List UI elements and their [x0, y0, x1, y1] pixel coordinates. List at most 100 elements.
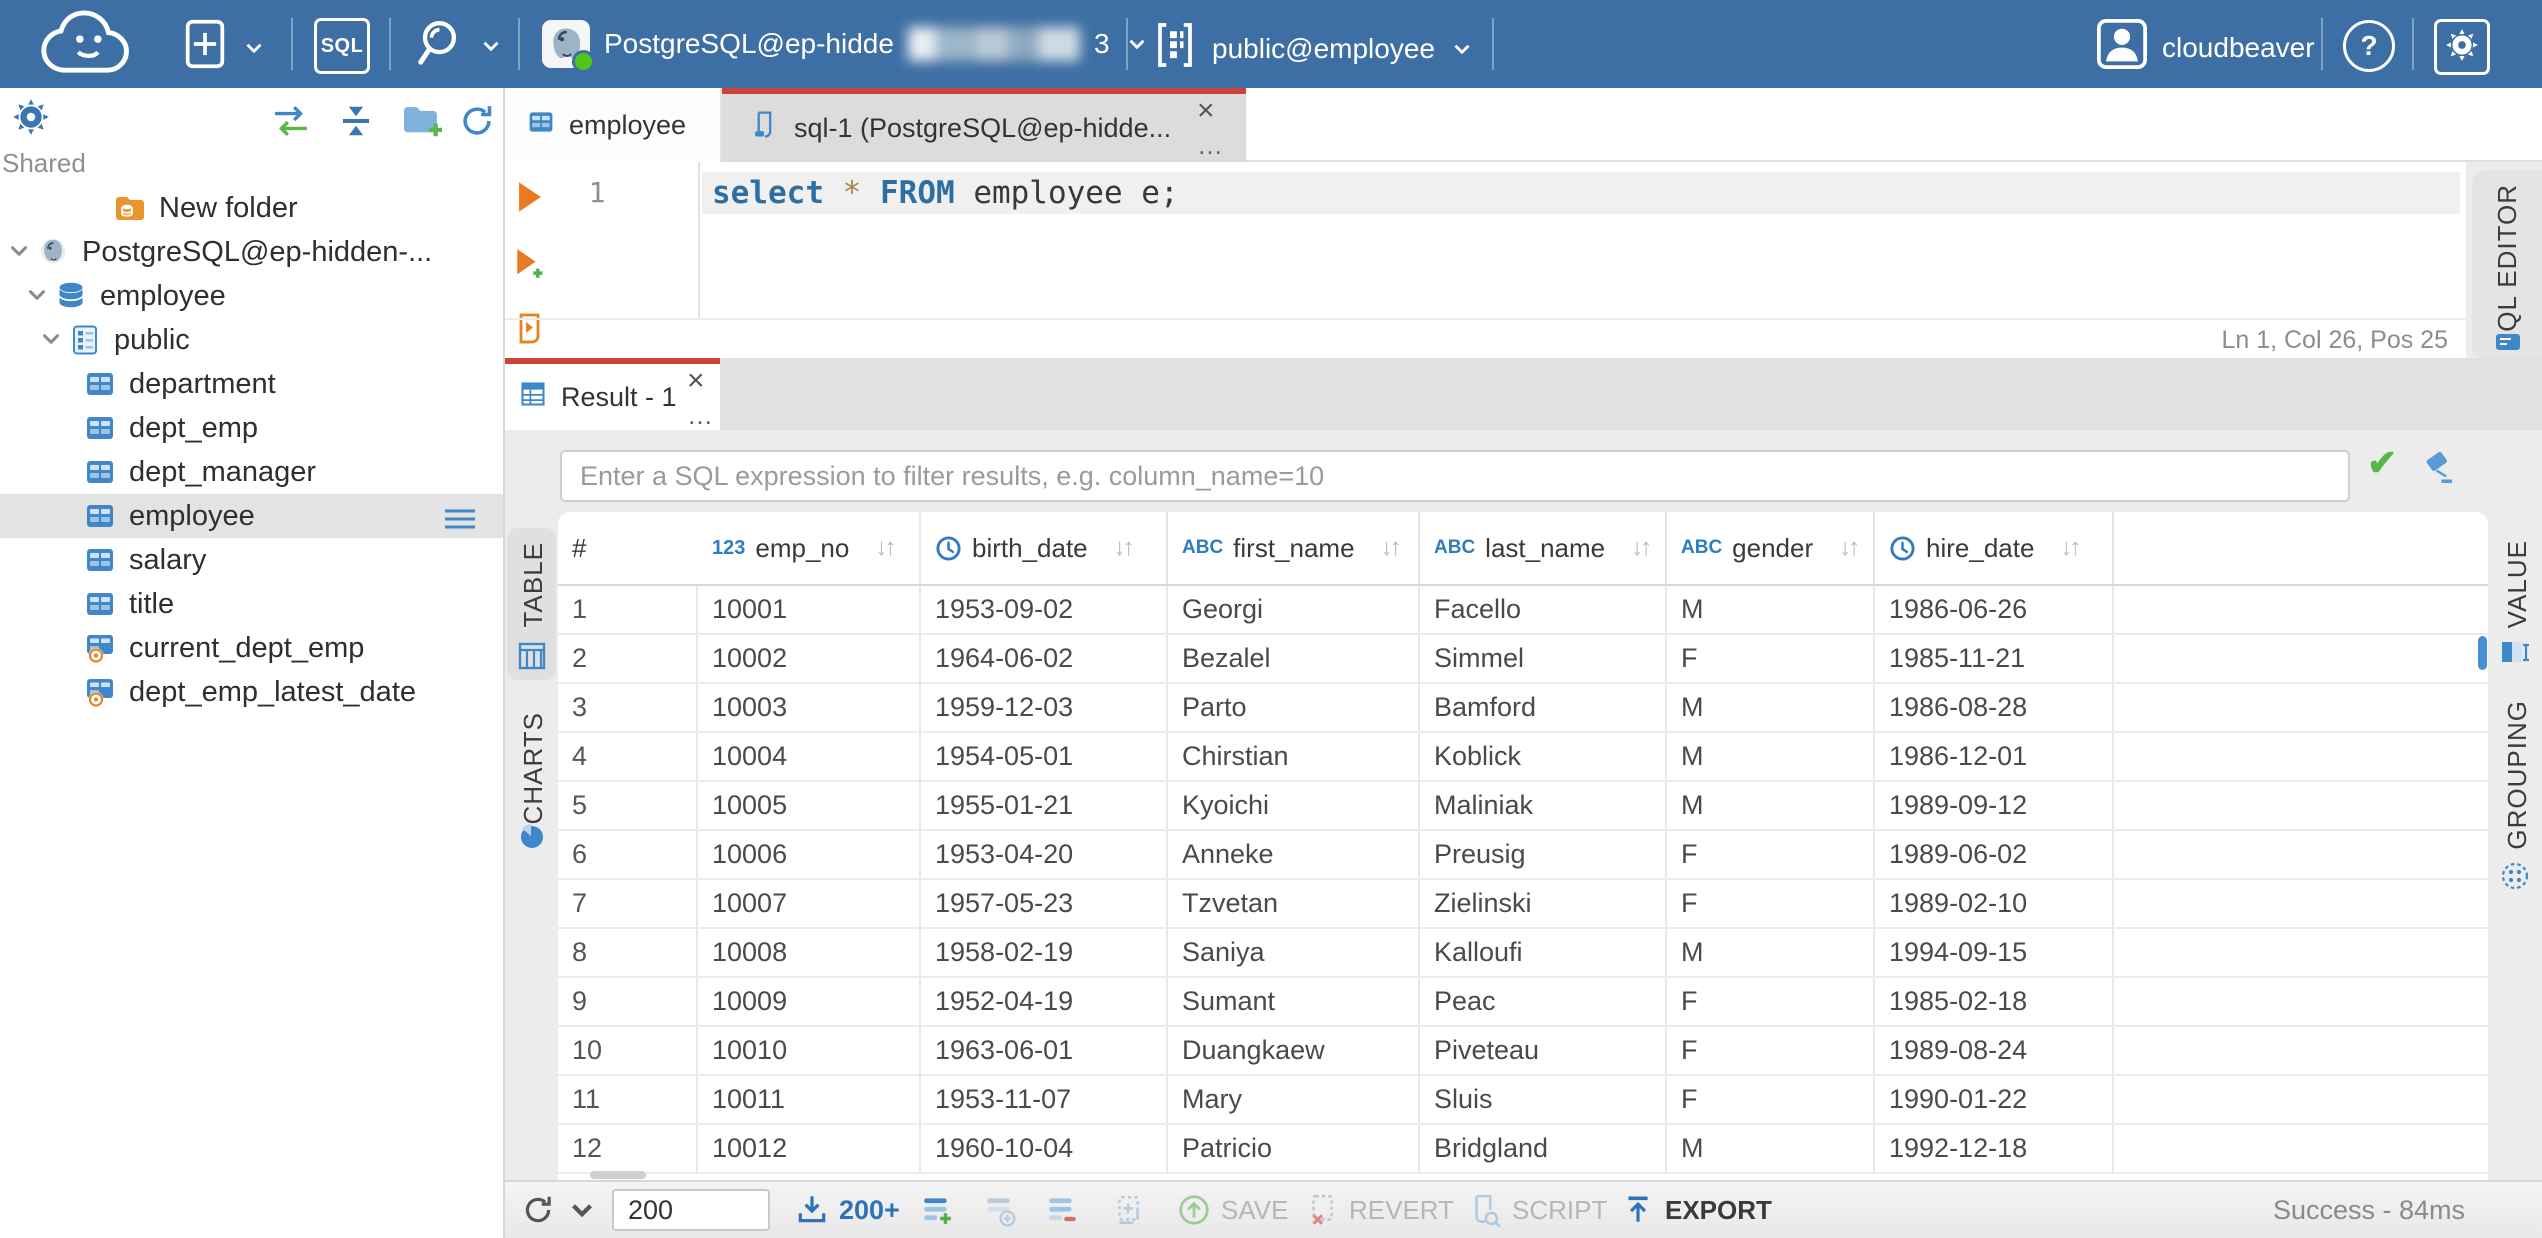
- cell-hire_date[interactable]: 1992-12-18: [1875, 1125, 2114, 1172]
- cell-birth_date[interactable]: 1953-04-20: [921, 831, 1168, 878]
- column-header-hire_date[interactable]: hire_date ↓↑: [1875, 512, 2114, 584]
- sync-connections-icon[interactable]: [268, 104, 314, 138]
- cell-emp_no[interactable]: 10003: [698, 684, 921, 731]
- help-button[interactable]: ?: [2343, 20, 2395, 72]
- cell-hire_date[interactable]: 1985-11-21: [1875, 635, 2114, 682]
- cell-hire_date[interactable]: 1986-06-26: [1875, 586, 2114, 633]
- cell-last_name[interactable]: Maliniak: [1420, 782, 1667, 829]
- cell-birth_date[interactable]: 1953-11-07: [921, 1076, 1168, 1123]
- filter-input[interactable]: [560, 450, 2350, 502]
- sort-arrows-icon[interactable]: ↓↑: [1381, 534, 1402, 562]
- refresh-tree-icon[interactable]: [458, 102, 496, 140]
- cell-last_name[interactable]: Bridgland: [1420, 1125, 1667, 1172]
- user-menu-button[interactable]: cloudbeaver: [2096, 18, 2315, 77]
- sort-arrows-icon[interactable]: ↓↑: [1839, 534, 1860, 562]
- cell-first_name[interactable]: Georgi: [1168, 586, 1420, 633]
- cell-first_name[interactable]: Mary: [1168, 1076, 1420, 1123]
- cell-first_name[interactable]: Sumant: [1168, 978, 1420, 1025]
- execute-new-tab-icon[interactable]: [515, 247, 547, 281]
- cell-birth_date[interactable]: 1954-05-01: [921, 733, 1168, 780]
- clear-filter-eraser-icon[interactable]: [2420, 448, 2458, 486]
- cell-gender[interactable]: M: [1667, 782, 1875, 829]
- sort-arrows-icon[interactable]: ↓↑: [875, 534, 896, 562]
- new-connection-button[interactable]: [183, 18, 267, 77]
- duplicate-row-button[interactable]: [983, 1182, 1017, 1238]
- cell-gender[interactable]: M: [1667, 586, 1875, 633]
- cell-last_name[interactable]: Koblick: [1420, 733, 1667, 780]
- cell-birth_date[interactable]: 1963-06-01: [921, 1027, 1168, 1074]
- cell-hire_date[interactable]: 1986-08-28: [1875, 684, 2114, 731]
- cell-gender[interactable]: F: [1667, 978, 1875, 1025]
- cell-gender[interactable]: F: [1667, 1076, 1875, 1123]
- cell-first_name[interactable]: Saniya: [1168, 929, 1420, 976]
- tab-more-icon[interactable]: …: [1197, 132, 1223, 158]
- tree-item-dept-emp[interactable]: dept_emp: [0, 406, 503, 450]
- column-header-birth_date[interactable]: birth_date ↓↑: [921, 512, 1168, 584]
- script-button[interactable]: SCRIPT: [1468, 1182, 1607, 1238]
- cell-emp_no[interactable]: 10001: [698, 586, 921, 633]
- sql-code-line[interactable]: select * FROM employee e;: [712, 172, 1179, 214]
- tree-item-dept-manager[interactable]: dept_manager: [0, 450, 503, 494]
- cell-first_name[interactable]: Chirstian: [1168, 733, 1420, 780]
- add-row-button[interactable]: [920, 1182, 954, 1238]
- connection-selector[interactable]: PostgreSQL@ep-hidde 3: [542, 20, 1150, 73]
- cell-first_name[interactable]: Tzvetan: [1168, 880, 1420, 927]
- cell-birth_date[interactable]: 1958-02-19: [921, 929, 1168, 976]
- cell-first_name[interactable]: Bezalel: [1168, 635, 1420, 682]
- cell-hire_date[interactable]: 1994-09-15: [1875, 929, 2114, 976]
- cell-hire_date[interactable]: 1989-09-12: [1875, 782, 2114, 829]
- apply-script-button[interactable]: [1111, 1182, 1145, 1238]
- close-tab-icon[interactable]: ×: [1197, 96, 1215, 126]
- cell-hire_date[interactable]: 1990-01-22: [1875, 1076, 2114, 1123]
- tree-item-current-dept-emp[interactable]: current_dept_emp: [0, 626, 503, 670]
- export-button[interactable]: EXPORT: [1621, 1182, 1772, 1238]
- cell-birth_date[interactable]: 1960-10-04: [921, 1125, 1168, 1172]
- sql-editor-side-tab[interactable]: SQL EDITOR: [2472, 170, 2542, 360]
- tab-grouping-panel[interactable]: GROUPING: [2490, 700, 2540, 896]
- column-header-last_name[interactable]: ABC last_name ↓↑: [1420, 512, 1667, 584]
- column-header-gender[interactable]: ABC gender ↓↑: [1667, 512, 1875, 584]
- cell-gender[interactable]: F: [1667, 831, 1875, 878]
- delete-row-button[interactable]: [1045, 1182, 1079, 1238]
- chevron-down-icon[interactable]: [38, 326, 66, 354]
- cell-last_name[interactable]: Simmel: [1420, 635, 1667, 682]
- tree-item-postgresql-ep-hidden-[interactable]: PostgreSQL@ep-hidden-...: [0, 230, 503, 274]
- cell-last_name[interactable]: Preusig: [1420, 831, 1667, 878]
- tree-item-title[interactable]: title: [0, 582, 503, 626]
- cell-last_name[interactable]: Facello: [1420, 586, 1667, 633]
- tree-item-employee[interactable]: employee: [0, 274, 503, 318]
- grid-horizontal-scrollbar[interactable]: [590, 1171, 646, 1179]
- cell-last_name[interactable]: Bamford: [1420, 684, 1667, 731]
- execute-query-icon[interactable]: [515, 180, 547, 214]
- chevron-down-icon[interactable]: [6, 238, 34, 266]
- tree-item-salary[interactable]: salary: [0, 538, 503, 582]
- cell-hire_date[interactable]: 1989-06-02: [1875, 831, 2114, 878]
- column-header-first_name[interactable]: ABC first_name ↓↑: [1168, 512, 1420, 584]
- cell-emp_no[interactable]: 10005: [698, 782, 921, 829]
- cell-birth_date[interactable]: 1959-12-03: [921, 684, 1168, 731]
- item-menu-icon[interactable]: [443, 505, 477, 529]
- cell-gender[interactable]: F: [1667, 880, 1875, 927]
- cell-emp_no[interactable]: 10007: [698, 880, 921, 927]
- cell-first_name[interactable]: Parto: [1168, 684, 1420, 731]
- schema-selector[interactable]: public@employee: [1152, 20, 1475, 77]
- tree-item-employee[interactable]: employee: [0, 494, 503, 538]
- chevron-down-icon[interactable]: [24, 282, 52, 310]
- cell-first_name[interactable]: Anneke: [1168, 831, 1420, 878]
- sort-arrows-icon[interactable]: ↓↑: [1631, 534, 1652, 562]
- apply-filter-check-icon[interactable]: ✔: [2367, 442, 2397, 484]
- tree-item-public[interactable]: public: [0, 318, 503, 362]
- cell-gender[interactable]: M: [1667, 684, 1875, 731]
- sort-arrows-icon[interactable]: ↓↑: [2060, 534, 2081, 562]
- cell-emp_no[interactable]: 10004: [698, 733, 921, 780]
- cell-birth_date[interactable]: 1953-09-02: [921, 586, 1168, 633]
- cell-birth_date[interactable]: 1955-01-21: [921, 782, 1168, 829]
- cell-gender[interactable]: M: [1667, 929, 1875, 976]
- grid-vertical-scrollbar[interactable]: [2478, 636, 2487, 670]
- cell-last_name[interactable]: Zielinski: [1420, 880, 1667, 927]
- sort-arrows-icon[interactable]: ↓↑: [1114, 534, 1135, 562]
- cell-birth_date[interactable]: 1952-04-19: [921, 978, 1168, 1025]
- cell-gender[interactable]: F: [1667, 1027, 1875, 1074]
- tab-sql-editor[interactable]: sql-1 (PostgreSQL@ep-hidde...: [722, 88, 1246, 162]
- cell-first_name[interactable]: Patricio: [1168, 1125, 1420, 1172]
